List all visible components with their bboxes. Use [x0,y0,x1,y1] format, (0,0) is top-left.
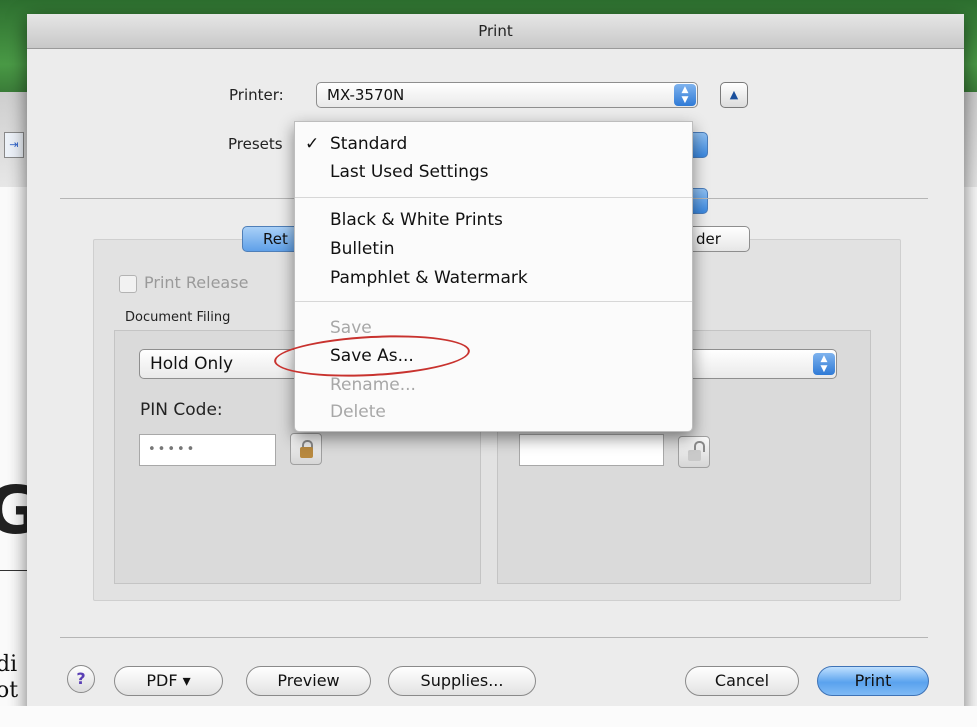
collapse-disclosure-button[interactable]: ▲ [720,82,748,108]
background-document-bottom [0,706,977,727]
popup-arrows-icon: ▲ ▼ [813,353,835,375]
background-text-line-2: ot [0,678,19,703]
menu-separator [295,301,692,302]
tab-retention[interactable]: Ret [242,226,302,252]
secondary-mode-popup[interactable]: ▲ ▼ [687,349,837,379]
menu-item-delete: Delete [330,402,386,422]
popup-arrows-icon: ▲ ▼ [674,84,696,106]
menu-item-last-used[interactable]: Last Used Settings [330,162,489,182]
pin-code-label: PIN Code: [140,400,223,420]
background-text-line-1: di [0,652,18,677]
presets-menu: ✓ Standard Last Used Settings Black & Wh… [294,121,693,432]
tab-folder[interactable]: der [687,226,750,252]
menu-item-save: Save [330,318,372,338]
background-tool-icon: ⇥ [4,132,24,158]
secondary-pin-field[interactable] [519,434,664,466]
presets-popup-edge[interactable] [692,132,708,158]
triangle-up-icon: ▲ [729,88,739,101]
document-filing-label: Document Filing [125,310,231,325]
pin-code-field[interactable]: ••••• [139,434,276,466]
menu-separator [295,197,692,198]
menu-item-bulletin[interactable]: Bulletin [330,239,395,259]
menu-item-pamphlet[interactable]: Pamphlet & Watermark [330,268,528,288]
printer-value: MX-3570N [327,86,405,104]
printer-label: Printer: [229,86,284,104]
tab-retention-label: Ret [263,230,288,248]
presets-label: Presets [228,135,283,153]
menu-item-standard[interactable]: Standard [330,134,407,154]
help-button[interactable]: ? [67,665,95,693]
tab-folder-label: der [696,230,721,248]
print-release-label: Print Release [144,273,249,292]
dialog-title: Print [27,14,964,49]
preview-button[interactable]: Preview [246,666,371,696]
supplies-button[interactable]: Supplies... [388,666,536,696]
unlock-icon[interactable] [678,436,710,468]
menu-item-black-white[interactable]: Black & White Prints [330,210,503,230]
cancel-button[interactable]: Cancel [685,666,799,696]
print-release-checkbox[interactable] [119,275,137,293]
separator-bottom [60,637,928,638]
print-button[interactable]: Print [817,666,929,696]
printer-popup[interactable]: MX-3570N ▲ ▼ [316,82,698,108]
checkmark-icon: ✓ [305,134,320,154]
background-rule [0,570,30,571]
pane-popup-edge[interactable] [692,188,708,214]
filing-mode-value: Hold Only [150,354,234,374]
pdf-button[interactable]: PDF ▾ [114,666,223,696]
menu-item-rename: Rename... [330,375,416,395]
lock-icon[interactable] [290,433,322,465]
